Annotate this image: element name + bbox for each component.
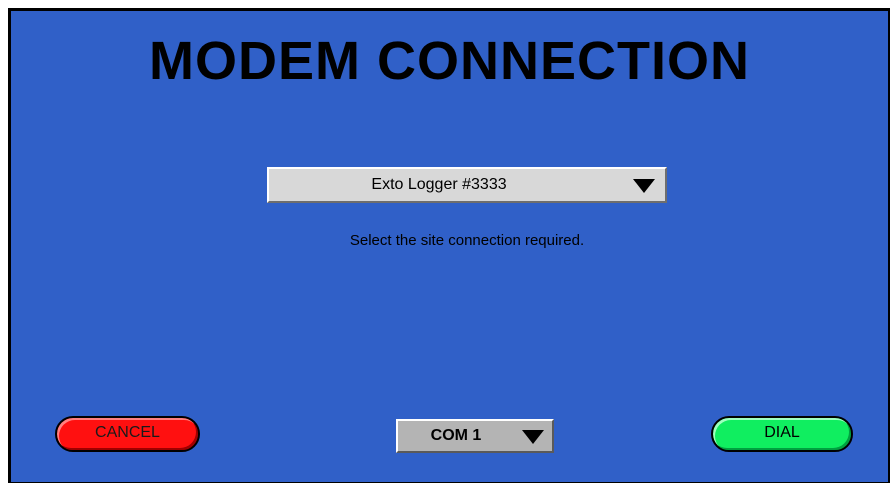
dial-button[interactable]: DIAL [711, 416, 853, 452]
page-title: MODEM CONNECTION [149, 31, 750, 91]
cancel-button[interactable]: CANCEL [55, 416, 200, 452]
chevron-down-icon[interactable] [522, 430, 544, 444]
com-port-selected-value: COM 1 [430, 427, 482, 444]
site-connection-selected-value: Exto Logger #3333 [371, 176, 507, 193]
site-connection-hint: Select the site connection required. [349, 232, 585, 249]
chevron-down-icon[interactable] [633, 179, 655, 193]
com-port-dropdown[interactable]: COM 1 [396, 419, 554, 453]
site-connection-dropdown[interactable]: Exto Logger #3333 [267, 167, 667, 203]
modem-connection-window: MODEM CONNECTION Exto Logger #3333 Selec… [8, 8, 890, 483]
